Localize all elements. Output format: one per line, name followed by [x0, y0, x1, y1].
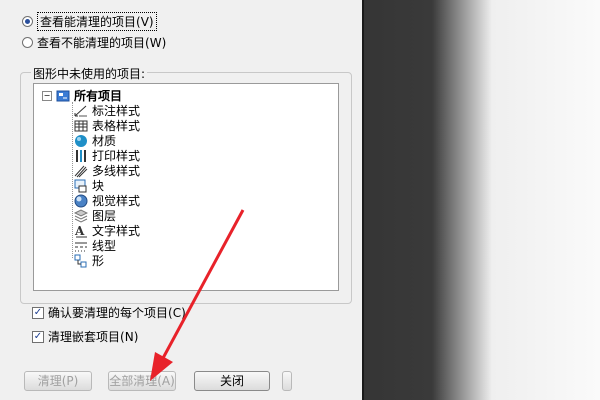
- confirm-each-checkbox[interactable]: ✓: [32, 306, 44, 319]
- dimension-style-icon: [74, 105, 87, 116]
- tree-item-material[interactable]: 材质: [74, 133, 116, 148]
- multiline-style-icon: [74, 165, 88, 177]
- radio-view-purgeable[interactable]: 查看能清理的项目(V): [22, 12, 157, 31]
- tree-connector: [72, 102, 73, 258]
- tree-item-plotstyle[interactable]: 打印样式: [74, 148, 140, 163]
- table-style-icon: [74, 120, 88, 131]
- purge-dialog: 查看能清理的项目(V) 查看不能清理的项目(W) 图形中未使用的项目: − 所有…: [0, 0, 364, 400]
- group-legend: 图形中未使用的项目:: [31, 65, 148, 82]
- purge-button[interactable]: 清理(P): [24, 371, 92, 391]
- tree-item-layer[interactable]: 图层: [74, 208, 116, 223]
- tree-root[interactable]: − 所有项目: [42, 88, 122, 103]
- unused-items-group: 图形中未使用的项目: − 所有项目 标注样式 表格样式 材质 打印样式 多线样式…: [20, 65, 352, 304]
- radio-button-selected[interactable]: [22, 16, 33, 27]
- block-icon: [74, 179, 87, 192]
- tree-item-dimstyle[interactable]: 标注样式: [74, 103, 140, 118]
- drawing-icon: [56, 90, 70, 101]
- tree-item-visualstyle[interactable]: 视觉样式: [74, 193, 140, 208]
- radio-button[interactable]: [22, 37, 33, 48]
- text-style-icon: A: [74, 224, 87, 238]
- tree-item-shape[interactable]: 形: [74, 253, 104, 268]
- shape-icon: [74, 254, 87, 267]
- tree-item-mlinestyle[interactable]: 多线样式: [74, 163, 140, 178]
- collapse-icon[interactable]: −: [42, 90, 52, 101]
- purge-all-button[interactable]: 全部清理(A): [108, 371, 176, 391]
- confirm-each-checkbox-row[interactable]: ✓ 确认要清理的每个项目(C): [32, 304, 186, 321]
- svg-text:A: A: [74, 224, 85, 238]
- tree-item-textstyle[interactable]: A 文字样式: [74, 223, 140, 239]
- help-button-partial[interactable]: [282, 371, 292, 391]
- unused-items-tree[interactable]: − 所有项目 标注样式 表格样式 材质 打印样式 多线样式 块 视觉样式 图层 …: [33, 83, 339, 291]
- tree-item-tablestyle[interactable]: 表格样式: [74, 118, 140, 133]
- radio-view-nonpurgeable[interactable]: 查看不能清理的项目(W): [22, 34, 166, 51]
- layer-icon: [74, 208, 88, 223]
- linetype-icon: [75, 242, 87, 251]
- purge-nested-checkbox[interactable]: ✓: [32, 330, 44, 343]
- plot-style-icon: [76, 149, 86, 162]
- visual-style-icon: [74, 194, 88, 207]
- material-sphere-icon: [75, 134, 87, 147]
- tree-item-linetype[interactable]: 线型: [74, 238, 116, 253]
- tree-item-block[interactable]: 块: [74, 178, 104, 193]
- purge-nested-checkbox-row[interactable]: ✓ 清理嵌套项目(N): [32, 328, 138, 345]
- close-button[interactable]: 关闭: [194, 371, 270, 391]
